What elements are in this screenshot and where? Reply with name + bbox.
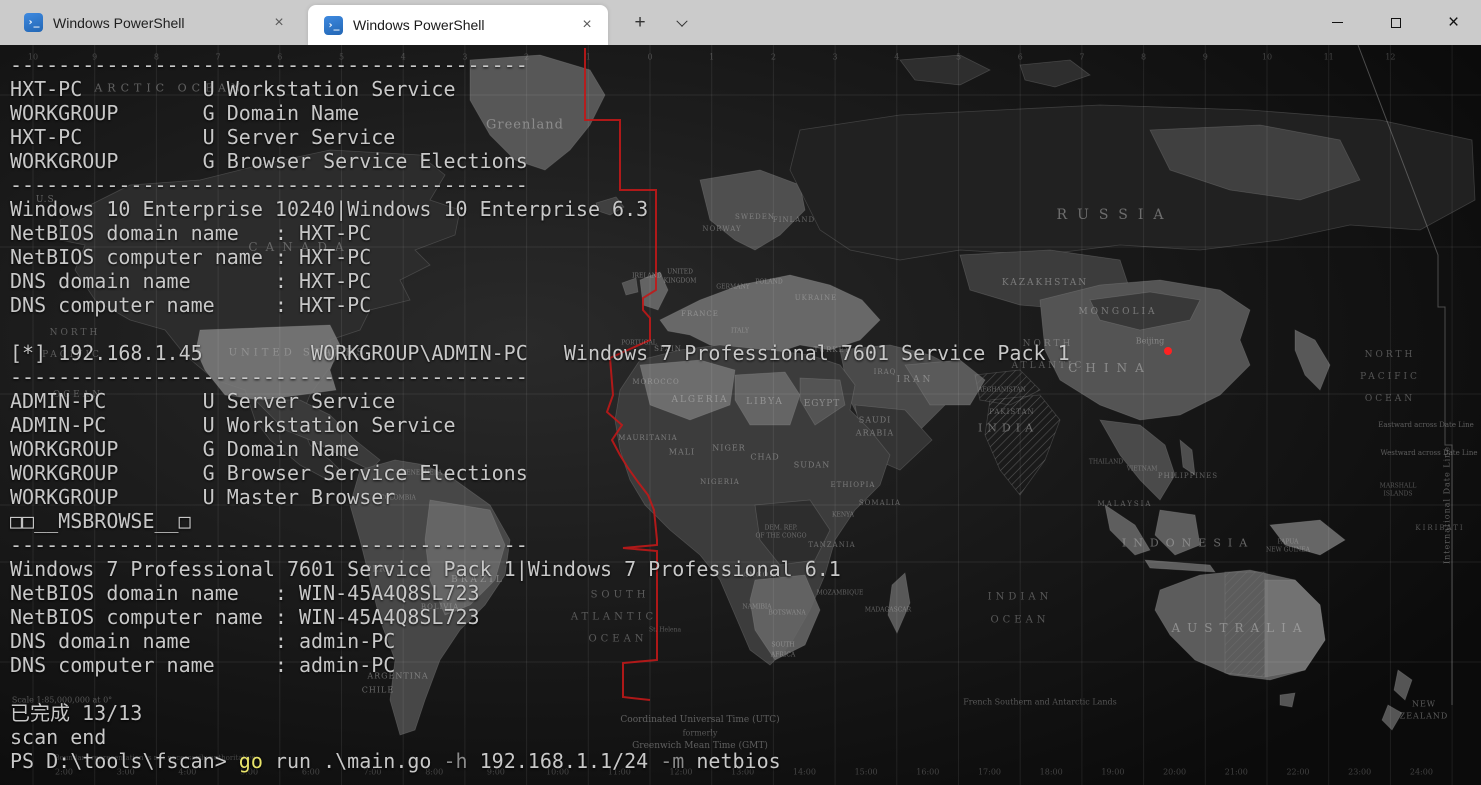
tab-close-button[interactable]: × <box>574 12 600 38</box>
minimize-icon <box>1332 22 1343 24</box>
terminal-line: DNS domain name : admin-PC <box>10 629 1070 653</box>
terminal-line: scan end <box>10 725 1070 749</box>
tab-close-button[interactable]: × <box>266 10 292 36</box>
beijing-marker <box>1164 347 1172 355</box>
terminal-line: NetBIOS domain name : WIN-45A4Q8SL723 <box>10 581 1070 605</box>
minimize-button[interactable] <box>1314 0 1361 45</box>
terminal-line: WORKGROUP G Domain Name <box>10 101 1070 125</box>
terminal-line <box>10 677 1070 701</box>
terminal-segment: go <box>239 749 263 773</box>
maximize-button[interactable] <box>1372 0 1419 45</box>
terminal-segment: run .\main.go <box>263 749 444 773</box>
tab-title: Windows PowerShell <box>353 17 574 33</box>
terminal-line: DNS domain name : HXT-PC <box>10 269 1070 293</box>
terminal-line: ADMIN-PC U Server Service <box>10 389 1070 413</box>
terminal-line: HXT-PC U Server Service <box>10 125 1070 149</box>
tab-windows-powershell-1[interactable]: ›_ Windows PowerShell × <box>8 0 300 45</box>
terminal-line: PS D:\tools\fscan> go run .\main.go -h 1… <box>10 749 1070 773</box>
terminal-output: ----------------------------------------… <box>10 53 1070 773</box>
terminal-line: DNS computer name : admin-PC <box>10 653 1070 677</box>
plus-icon: + <box>634 12 645 33</box>
terminal-line: 已完成 13/13 <box>10 701 1070 725</box>
terminal-segment: -m <box>660 749 684 773</box>
titlebar: ›_ Windows PowerShell × ›_ Windows Power… <box>0 0 1481 45</box>
terminal-line <box>10 317 1070 341</box>
terminal-viewport[interactable]: ARCTIC OCEANGreenlandU.S.CANADAUNITED ST… <box>0 45 1481 785</box>
terminal-line: HXT-PC U Workstation Service <box>10 77 1070 101</box>
chevron-down-icon <box>676 16 687 27</box>
terminal-line: WORKGROUP G Browser Service Elections <box>10 149 1070 173</box>
terminal-line: WORKGROUP U Master Browser <box>10 485 1070 509</box>
terminal-segment: 192.168.1.1/24 <box>468 749 661 773</box>
close-icon: × <box>582 16 591 33</box>
terminal-line: ----------------------------------------… <box>10 53 1070 77</box>
terminal-segment: netbios <box>684 749 780 773</box>
terminal-line: ----------------------------------------… <box>10 365 1070 389</box>
tab-windows-powershell-2[interactable]: ›_ Windows PowerShell × <box>308 5 608 45</box>
terminal-line: DNS computer name : HXT-PC <box>10 293 1070 317</box>
close-icon: × <box>1448 0 1459 45</box>
powershell-icon: ›_ <box>324 16 343 35</box>
tab-title: Windows PowerShell <box>53 15 266 31</box>
terminal-line: ----------------------------------------… <box>10 533 1070 557</box>
terminal-line: ADMIN-PC U Workstation Service <box>10 413 1070 437</box>
terminal-line: NetBIOS computer name : WIN-45A4Q8SL723 <box>10 605 1070 629</box>
close-icon: × <box>274 14 283 31</box>
powershell-icon: ›_ <box>24 13 43 32</box>
new-tab-button[interactable]: + <box>625 8 655 38</box>
terminal-segment: -h <box>444 749 468 773</box>
terminal-line: WORKGROUP G Browser Service Elections <box>10 461 1070 485</box>
terminal-line: ----------------------------------------… <box>10 173 1070 197</box>
terminal-line: NetBIOS domain name : HXT-PC <box>10 221 1070 245</box>
terminal-segment: PS D:\tools\fscan> <box>10 749 239 773</box>
terminal-line: □□__MSBROWSE__□ <box>10 509 1070 533</box>
terminal-line: Windows 7 Professional 7601 Service Pack… <box>10 557 1070 581</box>
close-button[interactable]: × <box>1430 0 1477 45</box>
terminal-line: NetBIOS computer name : HXT-PC <box>10 245 1070 269</box>
terminal-line: WORKGROUP G Domain Name <box>10 437 1070 461</box>
terminal-line: [*] 192.168.1.45 WORKGROUP\ADMIN-PC Wind… <box>10 341 1070 365</box>
maximize-icon <box>1391 18 1401 28</box>
terminal-line: Windows 10 Enterprise 10240|Windows 10 E… <box>10 197 1070 221</box>
tab-dropdown-button[interactable] <box>667 8 697 38</box>
